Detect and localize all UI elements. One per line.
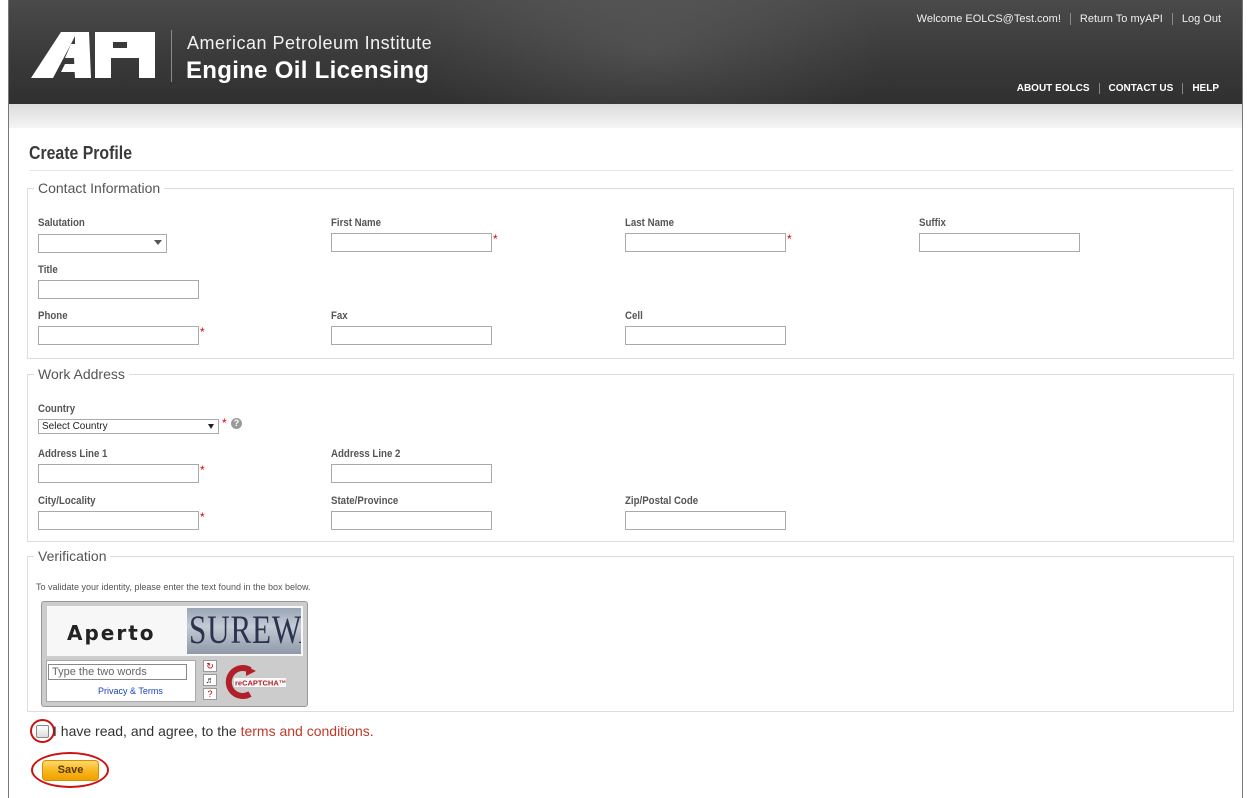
header-subbar xyxy=(9,104,1242,128)
required-marker: * xyxy=(222,416,227,430)
return-to-myapi-link[interactable]: Return To myAPI xyxy=(1069,13,1172,25)
address-line-2-label: Address Line 2 xyxy=(331,448,401,460)
site-header: American Petroleum Institute Engine Oil … xyxy=(9,0,1242,104)
page-frame: American Petroleum Institute Engine Oil … xyxy=(8,0,1243,798)
verification-instructions: To validate your identity, please enter … xyxy=(36,582,311,592)
captcha-word-2-image: SUREWAY xyxy=(187,608,301,654)
zip-field[interactable] xyxy=(625,511,786,530)
terms-label: I have read, and agree, to the xyxy=(53,723,241,739)
fax-label: Fax xyxy=(331,310,348,322)
work-address-section: Work Address Country Select Country * ? … xyxy=(27,366,1234,542)
svg-text:reCAPTCHA™: reCAPTCHA™ xyxy=(235,679,286,688)
suffix-label: Suffix xyxy=(919,217,946,229)
chevron-down-icon xyxy=(208,424,214,429)
title-label: Title xyxy=(38,264,58,276)
required-marker: * xyxy=(787,232,792,246)
state-field[interactable] xyxy=(331,511,492,530)
last-name-label: Last Name xyxy=(625,217,674,229)
nav-about-eolcs[interactable]: ABOUT EOLCS xyxy=(1008,83,1099,94)
address-line-1-field[interactable] xyxy=(38,464,199,483)
address-line-1-label: Address Line 1 xyxy=(38,448,108,460)
salutation-label: Salutation xyxy=(38,217,85,229)
city-label: City/Locality xyxy=(38,495,96,507)
country-select-value: Select Country xyxy=(42,421,108,432)
required-marker: * xyxy=(493,232,498,246)
first-name-label: First Name xyxy=(331,217,382,229)
last-name-field[interactable] xyxy=(625,233,786,252)
welcome-link[interactable]: Welcome EOLCS@Test.com! xyxy=(908,13,1070,25)
help-icon[interactable]: ? xyxy=(203,688,217,700)
terms-and-conditions-link[interactable]: terms and conditions. xyxy=(241,723,374,739)
chevron-down-icon xyxy=(154,240,162,245)
cell-field[interactable] xyxy=(625,326,786,345)
app-name: Engine Oil Licensing xyxy=(186,57,430,84)
recaptcha-widget: Aperto SUREWAY Type the two words Privac… xyxy=(41,601,308,707)
required-marker: * xyxy=(200,463,205,477)
api-logo[interactable] xyxy=(31,20,159,90)
page-title: Create Profile xyxy=(29,143,133,163)
verification-section: Verification To validate your identity, … xyxy=(27,548,1234,712)
country-select[interactable]: Select Country xyxy=(38,419,219,434)
audio-icon[interactable]: ♬ xyxy=(203,674,217,686)
salutation-select[interactable] xyxy=(38,234,167,253)
zip-label: Zip/Postal Code xyxy=(625,495,699,507)
terms-highlight-ring xyxy=(30,719,55,743)
captcha-word-1: Aperto xyxy=(67,621,156,645)
work-address-legend: Work Address xyxy=(38,366,125,382)
fax-field[interactable] xyxy=(331,326,492,345)
captcha-privacy-link[interactable]: Privacy & Terms xyxy=(98,686,163,696)
save-highlight-ring xyxy=(31,752,109,788)
first-name-field[interactable] xyxy=(331,233,492,252)
captcha-image: Aperto SUREWAY xyxy=(47,606,303,656)
recaptcha-logo-icon: reCAPTCHA™ xyxy=(225,665,286,699)
country-label: Country xyxy=(38,403,76,415)
contact-information-legend: Contact Information xyxy=(38,180,161,196)
city-field[interactable] xyxy=(38,511,199,530)
cell-label: Cell xyxy=(625,310,643,322)
required-marker: * xyxy=(200,325,205,339)
org-name: American Petroleum Institute xyxy=(187,33,433,53)
suffix-field[interactable] xyxy=(919,233,1080,252)
header-sheen xyxy=(389,0,909,104)
main-nav: ABOUT EOLCS CONTACT US HELP xyxy=(1008,83,1228,94)
title-field[interactable] xyxy=(38,280,199,299)
captcha-input[interactable]: Type the two words xyxy=(48,664,187,680)
state-label: State/Province xyxy=(331,495,399,507)
address-line-2-field[interactable] xyxy=(331,464,492,483)
verification-legend: Verification xyxy=(38,548,107,564)
nav-help[interactable]: HELP xyxy=(1182,83,1228,94)
logo-divider xyxy=(171,30,172,82)
phone-label: Phone xyxy=(38,310,68,322)
phone-field[interactable] xyxy=(38,326,199,345)
nav-contact-us[interactable]: CONTACT US xyxy=(1098,83,1183,94)
title-divider xyxy=(29,170,1233,171)
refresh-icon[interactable]: ↻ xyxy=(203,660,217,672)
contact-information-section: Contact Information Salutation First Nam… xyxy=(27,180,1234,359)
top-links: Welcome EOLCS@Test.com! Return To myAPI … xyxy=(908,13,1230,25)
captcha-word-2: SUREWAY xyxy=(189,608,301,652)
required-marker: * xyxy=(200,510,205,524)
logout-link[interactable]: Log Out xyxy=(1171,13,1230,25)
help-icon[interactable]: ? xyxy=(231,418,242,429)
terms-text: I have read, and agree, to the terms and… xyxy=(53,723,374,739)
